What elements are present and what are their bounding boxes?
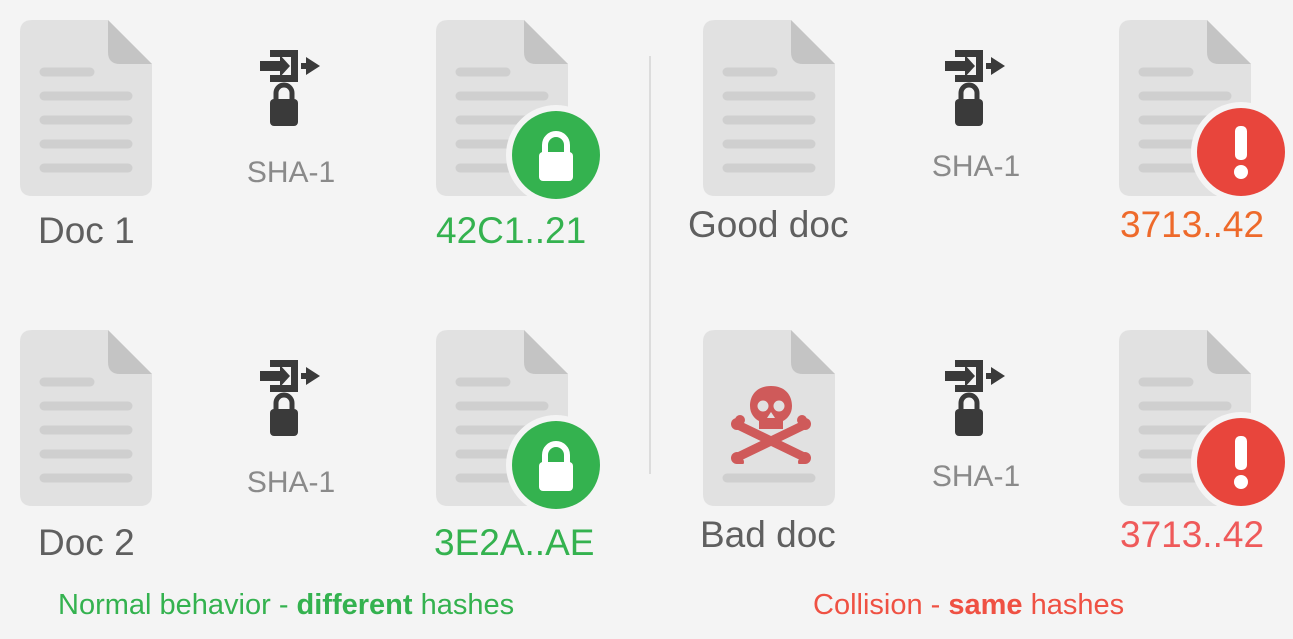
sha1-label: SHA-1 xyxy=(931,460,1021,493)
section-divider xyxy=(649,56,651,474)
sha1-function-4: SHA-1 xyxy=(921,354,1031,504)
sha1-label: SHA-1 xyxy=(931,150,1021,183)
enter-arrow-lock-icon xyxy=(260,360,320,436)
caption-text: Normal behavior - xyxy=(58,589,297,621)
document-icon-doc-1 xyxy=(20,20,152,196)
sha1-function-2: SHA-1 xyxy=(236,354,346,504)
document-icon-doc-2 xyxy=(20,330,152,506)
caption-text: hashes xyxy=(1022,589,1125,621)
sha1-label: SHA-1 xyxy=(246,466,336,499)
document-icon-good-doc xyxy=(703,20,835,196)
collision-caption: Collision - same hashes xyxy=(813,589,1124,622)
caption-text: hashes xyxy=(412,589,515,621)
doc-1-label: Doc 1 xyxy=(38,210,135,251)
enter-arrow-lock-icon xyxy=(945,360,1005,436)
sha1-function-3: SHA-1 xyxy=(921,44,1031,194)
hash-value-2: 3E2A..AE xyxy=(434,522,595,563)
bad-doc-label: Bad doc xyxy=(700,514,836,555)
doc-2-label: Doc 2 xyxy=(38,522,135,563)
enter-arrow-lock-icon xyxy=(260,50,320,126)
caption-emphasis: different xyxy=(296,589,413,621)
caption-text: Collision - xyxy=(813,589,949,621)
sha1-function-1: SHA-1 xyxy=(236,44,346,194)
lock-icon xyxy=(512,421,600,509)
hash-value-3: 3713..42 xyxy=(1120,204,1265,245)
hash-value-4: 3713..42 xyxy=(1120,514,1265,555)
sha1-label: SHA-1 xyxy=(246,156,336,189)
normal-behavior-caption: Normal behavior - different hashes xyxy=(58,589,514,622)
good-doc-label: Good doc xyxy=(688,204,849,245)
skull-crossbones-icon xyxy=(731,386,811,464)
enter-arrow-lock-icon xyxy=(945,50,1005,126)
exclamation-icon xyxy=(1197,108,1285,196)
hash-value-1: 42C1..21 xyxy=(436,210,587,251)
caption-emphasis: same xyxy=(948,589,1023,621)
lock-icon xyxy=(512,111,600,199)
exclamation-icon xyxy=(1197,418,1285,506)
